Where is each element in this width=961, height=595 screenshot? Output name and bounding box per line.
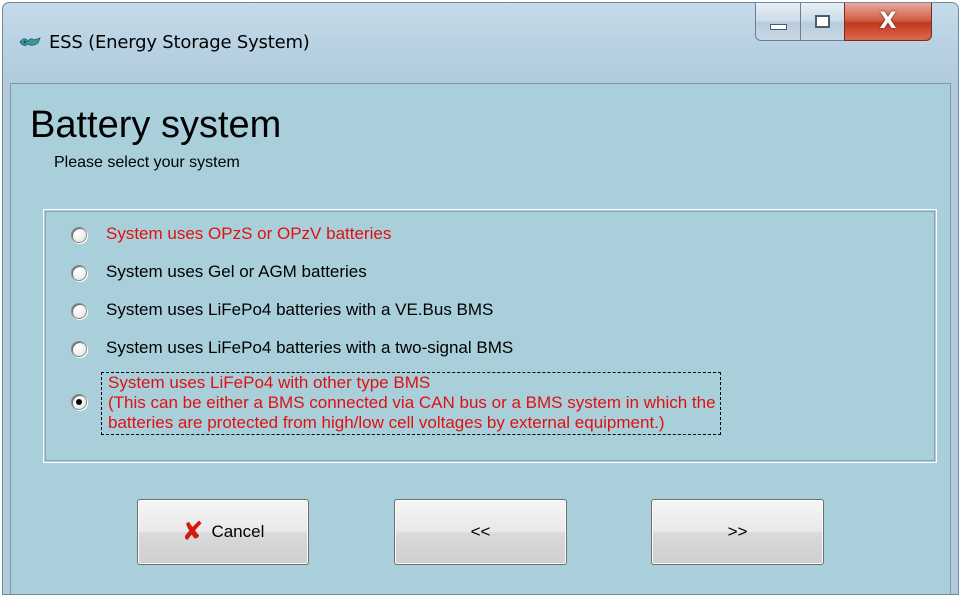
title-bar[interactable]: ESS (Energy Storage System) X <box>3 3 958 83</box>
option-gel-agm[interactable]: System uses Gel or AGM batteries <box>71 262 367 282</box>
option-label: System uses LiFePo4 batteries with a two… <box>106 338 514 357</box>
option-label-focused: System uses LiFePo4 with other type BMS … <box>101 372 721 435</box>
option-lifepo4-vebus-bms[interactable]: System uses LiFePo4 batteries with a VE.… <box>71 300 493 320</box>
option-label: System uses Gel or AGM batteries <box>106 262 367 281</box>
next-button[interactable]: >> <box>651 499 824 565</box>
cancel-button[interactable]: ✘ Cancel <box>137 499 309 565</box>
option-label-line: batteries are protected from high/low ce… <box>108 413 665 432</box>
cancel-button-label: Cancel <box>211 522 265 541</box>
page-title: Battery system <box>30 104 282 146</box>
red-x-icon: ✘ <box>181 517 204 547</box>
radio-button[interactable] <box>71 227 87 243</box>
page-subtitle: Please select your system <box>54 154 240 171</box>
option-label-line: (This can be either a BMS connected via … <box>108 393 716 412</box>
close-button[interactable]: X <box>844 3 932 41</box>
maximize-icon <box>815 15 830 28</box>
app-icon <box>19 37 41 46</box>
close-icon: X <box>879 9 897 34</box>
maximize-button[interactable] <box>800 3 845 41</box>
next-button-label: >> <box>727 522 748 541</box>
app-window: ESS (Energy Storage System) X Battery sy… <box>2 2 959 595</box>
option-opzs-opzv[interactable]: System uses OPzS or OPzV batteries <box>71 224 391 244</box>
dialog-body: Battery system Please select your system… <box>10 83 951 594</box>
minimize-button[interactable] <box>755 3 801 41</box>
minimize-icon <box>769 23 787 30</box>
option-label: System uses LiFePo4 batteries with a VE.… <box>106 300 494 319</box>
back-button[interactable]: << <box>394 499 567 565</box>
window-title: ESS (Energy Storage System) <box>49 32 310 53</box>
radio-button[interactable] <box>71 341 87 357</box>
radio-button[interactable] <box>71 303 87 319</box>
option-label: System uses OPzS or OPzV batteries <box>106 224 392 243</box>
radio-button[interactable] <box>71 265 87 281</box>
radio-button-selected[interactable] <box>71 394 87 410</box>
option-label-line: System uses LiFePo4 with other type BMS <box>108 373 431 392</box>
back-button-label: << <box>470 522 491 541</box>
option-lifepo4-other-bms[interactable]: System uses LiFePo4 with other type BMS … <box>71 372 721 435</box>
option-lifepo4-two-signal-bms[interactable]: System uses LiFePo4 batteries with a two… <box>71 338 513 358</box>
